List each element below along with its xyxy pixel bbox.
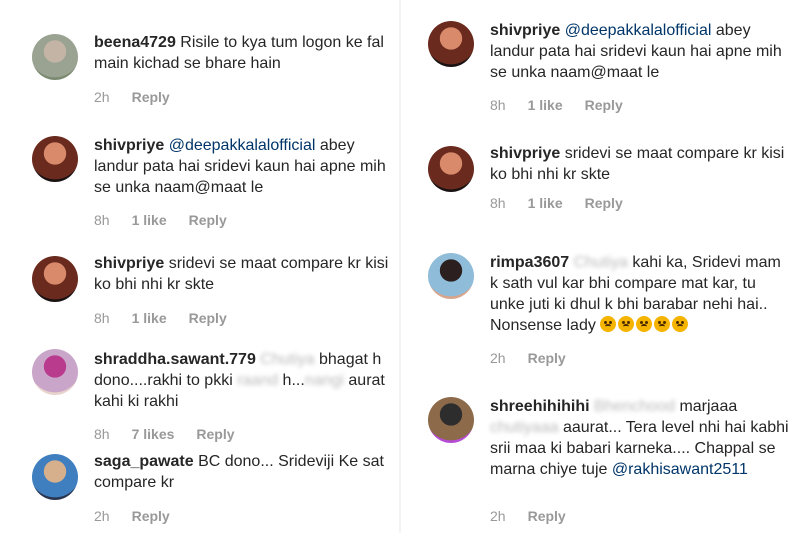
reply-button[interactable]: Reply — [528, 508, 566, 524]
comment-meta-row: 2h Reply — [94, 89, 192, 105]
user-avatar[interactable] — [428, 397, 474, 443]
comment-timestamp: 8h — [94, 310, 110, 326]
comment-meta-row: 8h 1 like Reply — [94, 310, 249, 326]
like-count-link[interactable]: 7 likes — [132, 426, 175, 442]
reply-button[interactable]: Reply — [585, 195, 623, 211]
angry-face-icon — [618, 316, 635, 332]
user-mention-link[interactable]: @deepakkalalofficial — [565, 22, 712, 39]
like-count-link[interactable]: 1 like — [132, 310, 167, 326]
reply-button[interactable]: Reply — [585, 97, 623, 113]
reply-button[interactable]: Reply — [189, 310, 227, 326]
like-count-link[interactable]: 1 like — [132, 212, 167, 228]
comment-meta-row: 8h 1 like Reply — [94, 212, 249, 228]
comment-text: shivpriye sridevi se maat compare kr kis… — [490, 143, 790, 185]
user-mention-link[interactable]: @deepakkalalofficial — [169, 137, 316, 154]
comment-username[interactable]: shivpriye — [490, 145, 560, 162]
comment-text: shivpriye @deepakkalalofficial abey land… — [490, 20, 790, 83]
user-avatar[interactable] — [32, 454, 78, 500]
comment-timestamp: 8h — [94, 426, 110, 442]
user-avatar[interactable] — [428, 253, 474, 299]
comment-username[interactable]: beena4729 — [94, 34, 176, 51]
comment-username[interactable]: shivpriye — [94, 255, 164, 272]
reply-button[interactable]: Reply — [189, 212, 227, 228]
blurred-word: Chutiya — [573, 254, 628, 271]
comment-meta-row: 2h Reply — [490, 350, 588, 366]
comment-meta-row: 8h 1 like Reply — [490, 97, 645, 113]
blurred-word: chutiyaaa — [490, 419, 559, 436]
angry-emoji-icons — [600, 316, 690, 334]
angry-face-icon — [672, 316, 689, 332]
user-avatar[interactable] — [32, 349, 78, 395]
comment-text: shivpriye @deepakkalalofficial abey land… — [94, 135, 394, 198]
angry-face-icon — [654, 316, 671, 332]
user-avatar[interactable] — [32, 34, 78, 80]
comment-text: shreehihihihi Bhenchood marjaaa chutiyaa… — [490, 396, 790, 480]
comment-body: h... — [278, 372, 305, 389]
comment-timestamp: 8h — [490, 97, 506, 113]
user-avatar[interactable] — [32, 136, 78, 182]
reply-button[interactable]: Reply — [196, 426, 234, 442]
user-avatar[interactable] — [32, 256, 78, 302]
reply-button[interactable]: Reply — [528, 350, 566, 366]
comment-timestamp: 2h — [490, 508, 506, 524]
comment-username[interactable]: saga_pawate — [94, 453, 194, 470]
comment-timestamp: 8h — [490, 195, 506, 211]
comment-body: marjaaa — [675, 398, 738, 415]
user-mention-link[interactable]: @rakhisawant2511 — [612, 461, 748, 478]
blurred-word: raand — [237, 372, 279, 389]
blurred-word: nangi — [304, 372, 344, 389]
comment-meta-row: 2h Reply — [490, 508, 588, 524]
comment-username[interactable]: shraddha.sawant.779 — [94, 351, 256, 368]
left-comment-column: beena4729 Risile to kya tum logon ke fal… — [0, 0, 400, 533]
like-count-link[interactable]: 1 like — [528, 97, 563, 113]
like-count-link[interactable]: 1 like — [528, 195, 563, 211]
blurred-word: Chutiya — [260, 351, 315, 368]
comment-text: shraddha.sawant.779 Chutiya bhagat h don… — [94, 349, 394, 412]
angry-face-icon — [600, 316, 617, 332]
comment-timestamp: 8h — [94, 212, 110, 228]
user-avatar[interactable] — [428, 21, 474, 67]
comment-meta-row: 8h 7 likes Reply — [94, 426, 257, 442]
comment-username[interactable]: rimpa3607 — [490, 254, 569, 271]
comment-username[interactable]: shreehihihihi — [490, 398, 590, 415]
comment-meta-row: 2h Reply — [94, 508, 192, 524]
reply-button[interactable]: Reply — [132, 508, 170, 524]
comment-text: rimpa3607 Chutiya kahi ka, Sridevi mam k… — [490, 252, 790, 341]
reply-button[interactable]: Reply — [132, 89, 170, 105]
right-comment-column: shivpriye @deepakkalalofficial abey land… — [400, 0, 800, 533]
blurred-word: Bhenchood — [594, 398, 675, 415]
comment-timestamp: 2h — [94, 508, 110, 524]
comment-text: shivpriye sridevi se maat compare kr kis… — [94, 253, 394, 295]
comment-timestamp: 2h — [490, 350, 506, 366]
comment-text: saga_pawate BC dono... Srideviji Ke sat … — [94, 451, 394, 493]
comment-text: beena4729 Risile to kya tum logon ke fal… — [94, 32, 394, 74]
comment-meta-row: 8h 1 like Reply — [490, 195, 645, 211]
user-avatar[interactable] — [428, 146, 474, 192]
comment-username[interactable]: shivpriye — [490, 22, 560, 39]
comment-timestamp: 2h — [94, 89, 110, 105]
comment-username[interactable]: shivpriye — [94, 137, 164, 154]
angry-face-icon — [636, 316, 653, 332]
